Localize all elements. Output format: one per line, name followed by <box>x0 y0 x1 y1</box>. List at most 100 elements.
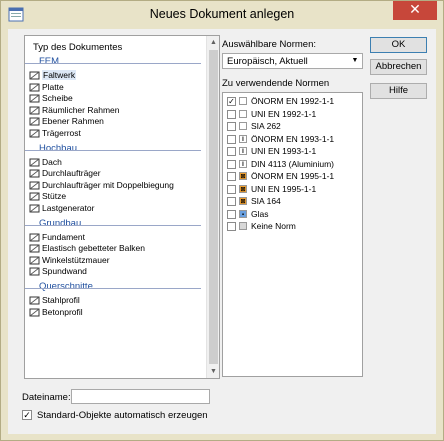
stuetze-icon <box>29 191 41 202</box>
norm-checkbox[interactable] <box>227 209 236 219</box>
category-divider <box>25 224 201 226</box>
norm-checkbox[interactable] <box>227 222 236 231</box>
norm-row[interactable]: ⊠ UNI EN 1995-1-1 <box>223 184 362 195</box>
norm-selection-dropdown[interactable]: Europäisch, Aktuell ▼ <box>222 53 363 69</box>
norm-label: Glas <box>251 208 269 219</box>
document-type-item[interactable]: Stütze <box>25 191 205 202</box>
category-label: Querschnitte <box>39 281 93 292</box>
scroll-up-icon[interactable]: ▲ <box>207 36 220 49</box>
norm-label: ÖNORM EN 1992-1-1 <box>251 96 335 106</box>
traegerrost-icon <box>29 128 41 139</box>
document-type-label: Stütze <box>42 191 67 202</box>
document-type-item[interactable]: Durchlaufträger mit Doppelbiegung <box>25 180 205 191</box>
document-type-item[interactable]: Trägerrost <box>25 128 205 139</box>
document-type-label: Spundwand <box>42 266 87 277</box>
document-type-item[interactable]: Räumlicher Rahmen <box>25 105 205 116</box>
available-norms-label: Auswählbare Normen: <box>222 39 316 50</box>
norm-row[interactable]: I ÖNORM EN 1993-1-1 <box>223 134 362 145</box>
norm-checkbox[interactable] <box>227 122 236 131</box>
document-type-item[interactable]: Dach <box>25 157 205 168</box>
help-button[interactable]: Hilfe <box>370 83 427 99</box>
document-type-item[interactable]: Faltwerk <box>25 70 205 81</box>
close-button[interactable]: ✕ <box>393 1 437 20</box>
document-type-label: Elastisch gebetteter Balken <box>42 243 146 254</box>
category-header: FEM <box>25 56 205 68</box>
category-label: Grundbau <box>39 217 82 229</box>
document-type-item[interactable]: Stahlprofil <box>25 295 205 306</box>
filename-input[interactable] <box>71 389 210 404</box>
title-bar[interactable]: Neues Dokument anlegen ✕ <box>1 1 443 28</box>
auto-objects-checkbox[interactable]: ✓ <box>22 410 32 420</box>
document-type-item[interactable]: Fundament <box>25 232 205 243</box>
ok-button[interactable]: OK <box>370 37 427 53</box>
category-header: Hochbau <box>25 143 205 155</box>
timber-icon: ⊠ <box>239 172 247 180</box>
aluminium-icon: I <box>239 159 247 168</box>
category-header: Querschnitte <box>25 281 205 293</box>
norm-row[interactable]: UNI EN 1992-1-1 <box>223 109 362 120</box>
dialog-client: Typ des Dokumentes FEM Faltwerk Platte Sche… <box>8 29 436 434</box>
document-type-label: Faltwerk <box>42 70 77 80</box>
document-type-list[interactable]: Typ des Dokumentes FEM Faltwerk Platte Sche… <box>24 35 220 379</box>
norm-checkbox[interactable] <box>227 159 236 169</box>
category-header: Grundbau <box>25 218 205 230</box>
vertical-scrollbar[interactable]: ▲ ▼ <box>206 36 219 378</box>
auto-objects-label: Standard-Objekte automatisch erzeugen <box>37 410 208 421</box>
scrollbar-thumb[interactable] <box>209 50 218 364</box>
norm-checkbox[interactable] <box>227 134 236 144</box>
norm-row[interactable]: Keine Norm <box>223 221 362 232</box>
norm-label: Keine Norm <box>251 221 296 231</box>
document-type-item[interactable]: Durchlaufträger <box>25 168 205 179</box>
betonprofil-icon <box>29 307 41 318</box>
category-divider <box>25 288 201 289</box>
glass-icon: ▪ <box>239 209 247 218</box>
filename-label: Dateiname: <box>22 392 71 403</box>
norm-label: SIA 262 <box>251 121 281 131</box>
norm-checkbox[interactable] <box>227 147 236 156</box>
used-norms-label: Zu verwendende Normen <box>222 78 330 89</box>
cancel-button[interactable]: Abbrechen <box>370 59 427 75</box>
document-type-item[interactable]: Platte <box>25 82 205 93</box>
norm-row[interactable]: ✓ ÖNORM EN 1992-1-1 <box>223 96 362 107</box>
faltwerk-icon <box>29 70 41 81</box>
steel-icon: I <box>239 147 247 155</box>
timber-icon: ⊠ <box>239 197 247 205</box>
norm-label: ÖNORM EN 1993-1-1 <box>251 133 335 144</box>
document-type-label: Ebener Rahmen <box>42 116 104 127</box>
norm-checkbox[interactable] <box>227 197 236 206</box>
document-type-label: Betonprofil <box>42 306 83 317</box>
document-type-label: Winkelstützmauer <box>42 254 110 265</box>
norm-row[interactable]: I UNI EN 1993-1-1 <box>223 146 362 157</box>
raeumlicher-rahmen-icon <box>29 105 41 116</box>
timber-icon: ⊠ <box>239 184 247 193</box>
used-norms-list[interactable]: ✓ ÖNORM EN 1992-1-1 UNI EN 1992-1-1 SIA 262… <box>222 92 363 377</box>
norm-row[interactable]: SIA 262 <box>223 121 362 132</box>
norm-checkbox[interactable] <box>227 172 236 181</box>
window-title: Neues Dokument anlegen <box>149 7 295 21</box>
document-type-label: Scheibe <box>42 93 73 104</box>
norm-row[interactable]: I DIN 4113 (Aluminium) <box>223 159 362 170</box>
norm-row[interactable]: ⊠ SIA 164 <box>223 196 362 207</box>
norm-checkbox[interactable] <box>227 109 236 119</box>
norm-label: UNI EN 1995-1-1 <box>251 183 317 194</box>
norm-row[interactable]: ▪ Glas <box>223 209 362 220</box>
document-type-label: Durchlaufträger mit Doppelbiegung <box>42 179 174 190</box>
category-divider <box>25 149 201 151</box>
document-type-item[interactable]: Scheibe <box>25 93 205 104</box>
category-label: FEM <box>39 56 60 67</box>
document-type-label: Dach <box>42 156 62 167</box>
document-type-item[interactable]: Spundwand <box>25 266 205 277</box>
dach-icon <box>29 157 41 168</box>
scroll-down-icon[interactable]: ▼ <box>207 365 220 378</box>
document-type-item[interactable]: Ebener Rahmen <box>25 116 205 127</box>
norm-selection-value: Europäisch, Aktuell <box>227 56 308 67</box>
document-type-item[interactable]: Winkelstützmauer <box>25 255 205 266</box>
norm-checkbox[interactable]: ✓ <box>227 97 236 106</box>
norm-row[interactable]: ⊠ ÖNORM EN 1995-1-1 <box>223 171 362 182</box>
document-type-item[interactable]: Lastgenerator <box>25 203 205 214</box>
document-type-item[interactable]: Betonprofil <box>25 307 205 318</box>
document-type-item[interactable]: Elastisch gebetteter Balken <box>25 243 205 254</box>
norm-label: UNI EN 1992-1-1 <box>251 108 317 119</box>
chevron-down-icon[interactable]: ▼ <box>348 54 362 68</box>
norm-checkbox[interactable] <box>227 184 236 194</box>
